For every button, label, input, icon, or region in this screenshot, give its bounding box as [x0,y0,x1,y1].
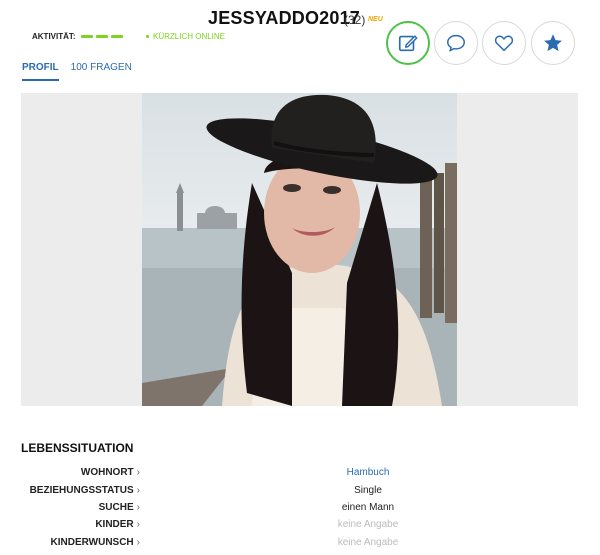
online-dot-icon [146,35,149,39]
profile-age: (32) [344,13,366,27]
edit-note-button[interactable] [386,21,430,65]
profile-photo[interactable] [142,93,457,406]
chevron-right-icon: › [136,502,140,513]
chevron-right-icon: › [136,485,140,496]
row-label-text: KINDERWUNSCH [50,537,134,548]
row-value-suche: einen Mann [341,502,395,513]
chat-bubble-icon [447,34,465,52]
row-value-wohnort[interactable]: Hambuch [295,467,441,478]
row-value-kinder: keine Angabe [337,519,399,530]
tab-profil[interactable]: PROFIL [22,62,59,81]
new-badge: NEU [368,16,383,23]
info-row-beziehungsstatus: BEZIEHUNGSSTATUS › Single [0,485,600,502]
activity-bar [96,35,108,38]
tab-100-fragen[interactable]: 100 FRAGEN [71,62,132,81]
activity-meter [81,35,123,38]
chevron-right-icon: › [136,537,140,548]
message-button[interactable] [434,21,478,65]
online-status: KÜRZLICH ONLINE [146,32,225,41]
row-label-text: WOHNORT [80,467,134,478]
info-row-kinder: KINDER › keine Angabe [0,519,600,536]
star-icon [544,34,562,52]
like-button[interactable] [482,21,526,65]
online-status-text: KÜRZLICH ONLINE [153,32,226,41]
row-label[interactable]: KINDERWUNSCH › [51,537,141,548]
info-row-wohnort: WOHNORT › Hambuch [0,467,600,484]
activity-label: AKTIVITÄT: [32,32,76,41]
row-label[interactable]: BEZIEHUNGSSTATUS › [30,485,140,496]
favorite-button[interactable] [531,21,575,65]
row-label[interactable]: KINDER › [95,519,140,530]
row-label[interactable]: WOHNORT › [81,467,140,478]
photo-area [21,93,578,406]
row-label[interactable]: SUCHE › [99,502,140,513]
profile-photo-image [142,94,457,406]
section-title-lebenssituation: LEBENSSITUATION [21,441,134,455]
activity-bar [81,35,93,38]
heart-icon [494,35,514,52]
row-label-text: BEZIEHUNGSSTATUS [29,485,134,496]
profile-username: JESSYADDO2017 [208,8,361,28]
chevron-right-icon: › [136,519,140,530]
activity-bar [111,35,123,38]
row-label-text: KINDER [95,519,134,530]
row-value-kinderwunsch: keine Angabe [337,537,399,548]
info-row-kinderwunsch: KINDERWUNSCH › keine Angabe [0,537,600,554]
row-label-text: SUCHE [98,502,134,513]
edit-icon [398,35,418,52]
row-value-beziehungsstatus: Single [354,485,382,496]
chevron-right-icon: › [136,467,140,478]
profile-tabs: PROFIL 100 FRAGEN [22,62,132,81]
info-row-suche: SUCHE › einen Mann [0,502,600,519]
